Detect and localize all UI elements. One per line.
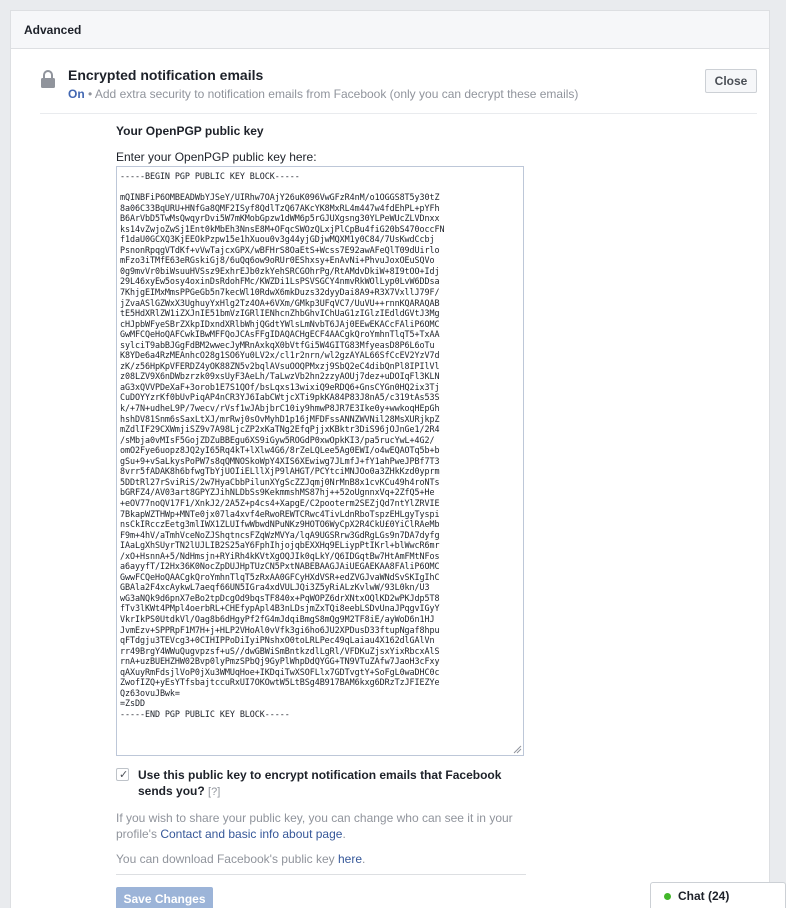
divider [116, 874, 526, 875]
encrypt-checkbox-label[interactable]: Use this public key to encrypt notificat… [138, 767, 528, 800]
setting-subtitle: On • Add extra security to notification … [68, 87, 578, 101]
public-key-text: -----BEGIN PGP PUBLIC KEY BLOCK----- mQI… [120, 171, 445, 719]
settings-panel: Advanced Encrypted notification emails O… [10, 10, 770, 908]
section-title: Your OpenPGP public key [116, 124, 264, 138]
setting-title: Encrypted notification emails [68, 67, 264, 83]
key-input-label: Enter your OpenPGP public key here: [116, 150, 317, 164]
chat-tab[interactable]: Chat (24) [650, 882, 786, 908]
panel-header: Advanced [11, 11, 769, 49]
online-status-icon [664, 893, 671, 900]
download-key-link[interactable]: here [338, 852, 362, 866]
contact-info-link[interactable]: Contact and basic info about page [160, 827, 342, 841]
encrypted-emails-setting: Encrypted notification emails On • Add e… [11, 49, 769, 109]
close-button[interactable]: Close [705, 69, 757, 93]
encrypt-checkbox[interactable]: ✓ [116, 768, 129, 781]
lock-icon [41, 70, 55, 88]
share-note: If you wish to share your public key, yo… [116, 811, 513, 841]
help-link[interactable]: [?] [208, 786, 220, 798]
public-key-textarea[interactable]: -----BEGIN PGP PUBLIC KEY BLOCK----- mQI… [116, 166, 524, 756]
download-note: You can download Facebook's public key h… [116, 852, 366, 866]
checkmark-icon: ✓ [119, 769, 129, 781]
status-on: On [68, 87, 85, 101]
setting-description: • Add extra security to notification ema… [84, 87, 579, 101]
chat-label: Chat (24) [678, 889, 730, 903]
resize-handle-icon[interactable] [512, 744, 522, 754]
divider [40, 113, 757, 114]
save-changes-button[interactable]: Save Changes [116, 887, 213, 908]
